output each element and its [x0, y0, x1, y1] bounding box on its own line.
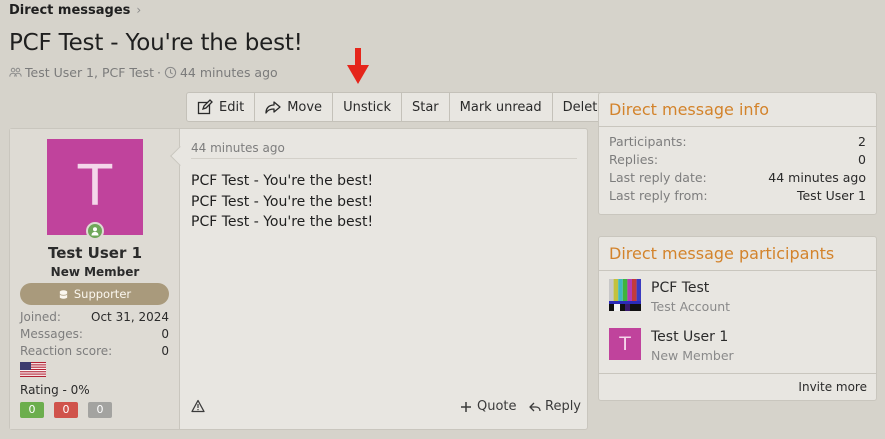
stat-value: 0 [161, 327, 169, 341]
thread-toolbar: Edit Move Unstick Star Mark unread Delet… [186, 92, 617, 122]
mark-unread-label: Mark unread [459, 99, 542, 115]
mark-unread-button[interactable]: Mark unread [450, 93, 553, 121]
divider [191, 158, 577, 159]
online-status-icon [86, 222, 104, 240]
author-stats: Joined: Oct 31, 2024 Messages: 0 Reaction … [20, 309, 169, 360]
message-post: T Test User 1 New Member Supporter Joine… [9, 128, 588, 430]
info-value[interactable]: 44 minutes ago [768, 169, 866, 187]
participant-text: Test User 1 New Member [651, 328, 734, 366]
info-value: 2 [858, 134, 866, 149]
move-label: Move [287, 99, 323, 115]
message-author-panel: T Test User 1 New Member Supporter Joine… [10, 129, 180, 429]
edit-label: Edit [219, 99, 245, 115]
neutral-vote-count[interactable]: 0 [88, 402, 112, 418]
edit-icon [197, 99, 213, 115]
dm-info-block: Direct message info Participants: 2 Repli… [598, 92, 877, 215]
info-row-last-reply-date: Last reply date: 44 minutes ago [609, 169, 866, 187]
banner-label: Supporter [73, 287, 132, 301]
breadcrumb[interactable]: Direct messages › [9, 3, 141, 18]
reply-icon [529, 402, 541, 411]
test-pattern-avatar[interactable] [609, 279, 641, 311]
move-button[interactable]: Move [255, 93, 334, 121]
users-icon [9, 67, 22, 77]
participant-text: PCF Test Test Account [651, 279, 730, 317]
us-flag-icon [20, 362, 46, 377]
info-value: 0 [858, 152, 866, 167]
avatar[interactable]: T [609, 328, 641, 360]
stat-row-messages: Messages: 0 [20, 326, 169, 343]
avatar[interactable]: T [47, 139, 143, 235]
coins-icon [59, 289, 68, 299]
participant-item: T Test User 1 New Member [609, 328, 734, 366]
stat-value: Oct 31, 2024 [91, 310, 169, 324]
edit-button[interactable]: Edit [187, 93, 256, 121]
info-row-participants: Participants: 2 [609, 133, 866, 151]
stat-row-joined: Joined: Oct 31, 2024 [20, 309, 169, 326]
stat-label: Reaction score: [20, 344, 113, 358]
red-arrow-annotation-icon [347, 48, 369, 84]
info-row-last-reply-from: Last reply from: Test User 1 [609, 187, 866, 205]
thread-time[interactable]: 44 minutes ago [180, 65, 278, 80]
share-arrow-icon [265, 101, 281, 114]
participant-name[interactable]: Test User 1 [651, 328, 734, 346]
participant-item: PCF Test Test Account [609, 279, 730, 317]
message-line: PCF Test - You're the best! [191, 214, 374, 230]
info-value[interactable]: Test User 1 [797, 187, 866, 205]
message-body: PCF Test - You're the best! PCF Test - Y… [191, 171, 373, 233]
plus-icon [461, 401, 471, 412]
info-label: Replies: [609, 152, 659, 167]
unstick-button[interactable]: Unstick [333, 93, 402, 121]
info-label: Last reply from: [609, 188, 708, 203]
positive-vote-count[interactable]: 0 [20, 402, 44, 418]
clock-icon [164, 66, 177, 79]
warning-icon[interactable] [191, 399, 205, 413]
participants-link[interactable]: Test User 1, PCF Test [25, 65, 154, 80]
unstick-label: Unstick [343, 99, 391, 115]
message-line: PCF Test - You're the best! [191, 193, 374, 210]
stat-label: Messages: [20, 327, 83, 341]
participant-title: Test Account [651, 299, 731, 314]
star-label: Star [411, 99, 439, 115]
star-button[interactable]: Star [402, 93, 450, 121]
reply-button[interactable]: Reply [529, 399, 581, 414]
participant-name[interactable]: PCF Test [651, 279, 730, 297]
info-row-replies: Replies: 0 [609, 151, 866, 169]
page-title: PCF Test - You're the best! [9, 30, 303, 56]
info-label: Last reply date: [609, 170, 707, 185]
supporter-banner: Supporter [20, 283, 169, 305]
quote-button[interactable]: Quote [460, 399, 517, 414]
reply-label: Reply [545, 399, 582, 414]
invite-more-link[interactable]: Invite more [599, 373, 876, 400]
quote-label: Quote [477, 399, 517, 414]
info-label: Participants: [609, 134, 687, 149]
chevron-right-icon: › [136, 3, 142, 17]
rating-votes: 0 0 0 [20, 402, 112, 418]
stat-label: Joined: [20, 310, 61, 324]
message-line: PCF Test - You're the best! [191, 173, 374, 189]
breadcrumb-direct-messages[interactable]: Direct messages [9, 3, 130, 18]
negative-vote-count[interactable]: 0 [54, 402, 78, 418]
dm-participants-title: Direct message participants [599, 237, 876, 271]
dm-info-rows: Participants: 2 Replies: 0 Last reply date… [599, 127, 876, 205]
meta-separator: · [157, 65, 161, 80]
stat-value: 0 [161, 344, 169, 358]
author-title: New Member [50, 265, 140, 279]
dm-info-title: Direct message info [599, 93, 876, 127]
author-name[interactable]: Test User 1 [10, 244, 180, 262]
message-time[interactable]: 44 minutes ago [191, 141, 285, 155]
dm-participants-block: Direct message participants PCF Test Tes… [598, 236, 877, 401]
rating-label: Rating - 0% [20, 383, 90, 397]
thread-meta: Test User 1, PCF Test · 44 minutes ago [9, 65, 278, 80]
stat-row-reaction-score: Reaction score: 0 [20, 343, 169, 360]
participant-title: New Member [651, 348, 734, 363]
